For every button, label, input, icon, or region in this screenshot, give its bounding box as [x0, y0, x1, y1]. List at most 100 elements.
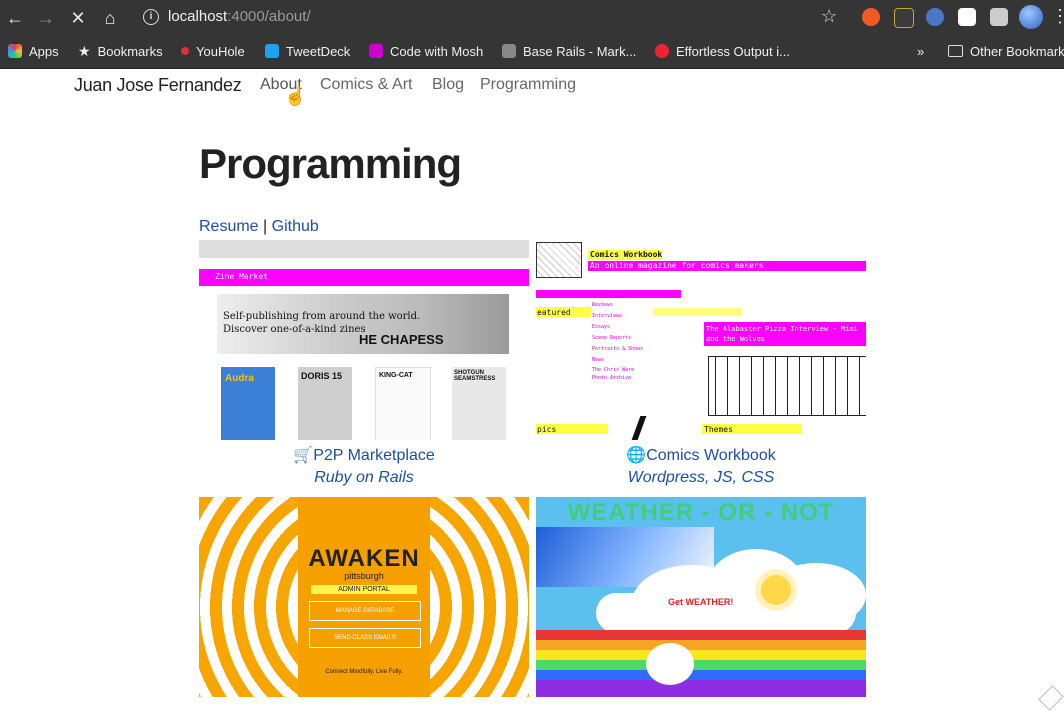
- profile-avatar[interactable]: [1019, 5, 1043, 29]
- thumb-article-text: The Alabaster Pizza Interview - Mimi and…: [706, 325, 858, 343]
- extensions-puzzle-icon[interactable]: [990, 8, 1008, 26]
- bookmark-base-rails[interactable]: Base Rails - Mark...: [502, 41, 636, 61]
- bookmark-apps[interactable]: Apps: [8, 41, 59, 61]
- rainbow-stripe: [536, 640, 866, 650]
- globe-icon: 🌐: [626, 447, 647, 464]
- url-path: :4000/about/: [227, 8, 311, 25]
- stop-loading-icon[interactable]: ✕: [66, 6, 90, 30]
- menu-item: Reviews: [592, 302, 614, 308]
- comics-workbook-thumbnail[interactable]: Comics Workbook An online magazine for c…: [536, 240, 866, 440]
- folder-icon: [948, 45, 963, 57]
- forward-arrow-icon[interactable]: →: [34, 6, 58, 30]
- nav-blog[interactable]: Blog: [432, 76, 464, 94]
- home-icon[interactable]: ⌂: [98, 6, 122, 30]
- extension-plus-icon[interactable]: [862, 8, 880, 26]
- nav-programming[interactable]: Programming: [480, 76, 576, 94]
- bookmark-label: Base Rails - Mark...: [523, 43, 637, 59]
- bookmark-code-with-mosh[interactable]: Code with Mosh: [369, 41, 483, 61]
- project-title-comics-workbook[interactable]: 🌐Comics Workbook: [536, 445, 866, 465]
- thumb-footer-right-text: Themes: [704, 425, 733, 434]
- project-tech-comics-workbook: Wordpress, JS, CSS: [627, 469, 775, 486]
- url-host: localhost: [168, 8, 228, 25]
- thumb-comic-panels: [708, 356, 866, 416]
- page-title: Programming: [199, 140, 462, 187]
- thumb-black-stroke: [631, 416, 647, 440]
- menu-item: Interviews: [592, 313, 623, 319]
- bookmark-other[interactable]: Other Bookmarks: [948, 41, 1064, 61]
- rainbow-stripe: [536, 630, 866, 640]
- url-text[interactable]: localhost:4000/about/: [168, 8, 311, 25]
- menu-item: Scene Reports: [592, 335, 632, 341]
- bookmark-label: Bookmarks: [97, 43, 163, 59]
- menu-item: News: [592, 357, 605, 363]
- extension-compass-icon[interactable]: [926, 8, 944, 26]
- base-rails-icon: [502, 44, 516, 58]
- thumb-header-bar: Zine Market: [199, 269, 529, 286]
- bookmark-label: TweetDeck: [286, 43, 351, 59]
- overflow-label: »: [917, 43, 925, 59]
- thumb-admin-bar: ADMIN PORTAL: [311, 585, 417, 594]
- zine-title: SHOTGUN SEAMSTRESS: [454, 370, 496, 382]
- site-brand[interactable]: Juan Jose Fernandez: [74, 75, 242, 96]
- back-arrow-icon[interactable]: ←: [3, 6, 27, 30]
- bookmarks-overflow-chevron[interactable]: »: [917, 41, 924, 61]
- p2p-marketplace-thumbnail[interactable]: Zine Market Self-publishing from around …: [199, 240, 529, 440]
- menu-kebab-icon[interactable]: ⋮: [1051, 6, 1064, 27]
- hero-line-1: Self-publishing from around the world.: [223, 311, 421, 322]
- project-tech-p2p: Ruby on Rails: [314, 469, 414, 486]
- cloud-character-icon: [646, 643, 694, 685]
- thumb-center-panel: [298, 497, 430, 697]
- resume-link[interactable]: Resume: [199, 218, 259, 235]
- thumb-title: AWAKEN: [308, 545, 420, 572]
- separator: |: [263, 218, 268, 235]
- site-info-icon[interactable]: i: [143, 9, 159, 25]
- bookmark-label: Code with Mosh: [390, 43, 484, 59]
- bookmark-label: YouHole: [196, 43, 245, 59]
- extension-instapaper-icon[interactable]: [958, 8, 976, 26]
- zine-title: Audra: [225, 373, 254, 384]
- effortless-icon: [655, 44, 669, 58]
- sun-icon: [761, 575, 791, 605]
- awaken-thumbnail[interactable]: AWAKEN pittsburgh ADMIN PORTAL MANAGE DA…: [199, 497, 529, 697]
- thumb-manage-button: MANAGE DATABASE: [309, 601, 421, 621]
- hand-cursor-icon: ☝: [284, 86, 307, 106]
- bookmark-bookmarks[interactable]: ★ Bookmarks: [78, 41, 163, 61]
- zine-title: DORIS 15: [301, 371, 343, 381]
- thumb-footer: Connect Mindfully. Live Fully.: [325, 669, 403, 675]
- thumb-logo: [536, 242, 582, 278]
- extension-person-icon[interactable]: [894, 8, 914, 28]
- cart-icon: 🛒: [293, 447, 314, 464]
- mosh-icon: [369, 44, 383, 58]
- thumb-browser-chrome: [199, 240, 529, 258]
- bookmark-label: Apps: [29, 43, 59, 59]
- bookmark-tweetdeck[interactable]: TweetDeck: [265, 41, 350, 61]
- star-icon: ★: [78, 42, 91, 59]
- youhole-icon: [181, 47, 189, 55]
- browser-toolbar: ← → ✕ ⌂ i localhost:4000/about/ ☆ ⋮: [0, 0, 1064, 35]
- bookmark-label: Other Bookmarks: [970, 43, 1064, 59]
- resume-github-line: Resume | Github: [199, 218, 319, 236]
- bookmark-effortless-output[interactable]: Effortless Output i...: [655, 41, 790, 61]
- thumb-subtitle: pittsburgh: [344, 571, 384, 581]
- nav-comics-art[interactable]: Comics & Art: [320, 76, 412, 94]
- apps-grid-icon: [8, 44, 22, 58]
- thumb-yellow-strip: [653, 308, 741, 316]
- bookmark-youhole[interactable]: YouHole: [181, 41, 245, 61]
- weather-or-not-thumbnail[interactable]: WEATHER - OR - NOT Get WEATHER!: [536, 497, 866, 697]
- zine-cover: DORIS 15: [298, 367, 352, 440]
- zine-cover: KING-CAT: [375, 367, 431, 440]
- thumb-tagline-text: An online magazine for comics makers: [590, 261, 764, 270]
- rainbow-stripe: [536, 670, 866, 680]
- menu-item: Essays: [592, 324, 611, 330]
- bookmark-label: Effortless Output i...: [676, 43, 790, 59]
- project-title-p2p[interactable]: 🛒P2P Marketplace: [199, 445, 529, 465]
- thumb-footer-left-text: pics: [537, 425, 557, 434]
- bookmark-star-icon[interactable]: ☆: [821, 6, 837, 27]
- github-link[interactable]: Github: [272, 218, 319, 235]
- menu-item: Portraits & Shows: [592, 346, 644, 352]
- thumb-email-button: SEND CLASS EMAILS: [309, 628, 421, 648]
- zine-cover: SHOTGUN SEAMSTRESS: [452, 367, 506, 440]
- tweetdeck-icon: [265, 44, 279, 58]
- thumb-title: WEATHER - OR - NOT: [567, 499, 835, 526]
- thumb-menu: Reviews Interviews Essays Scene Reports …: [592, 300, 652, 382]
